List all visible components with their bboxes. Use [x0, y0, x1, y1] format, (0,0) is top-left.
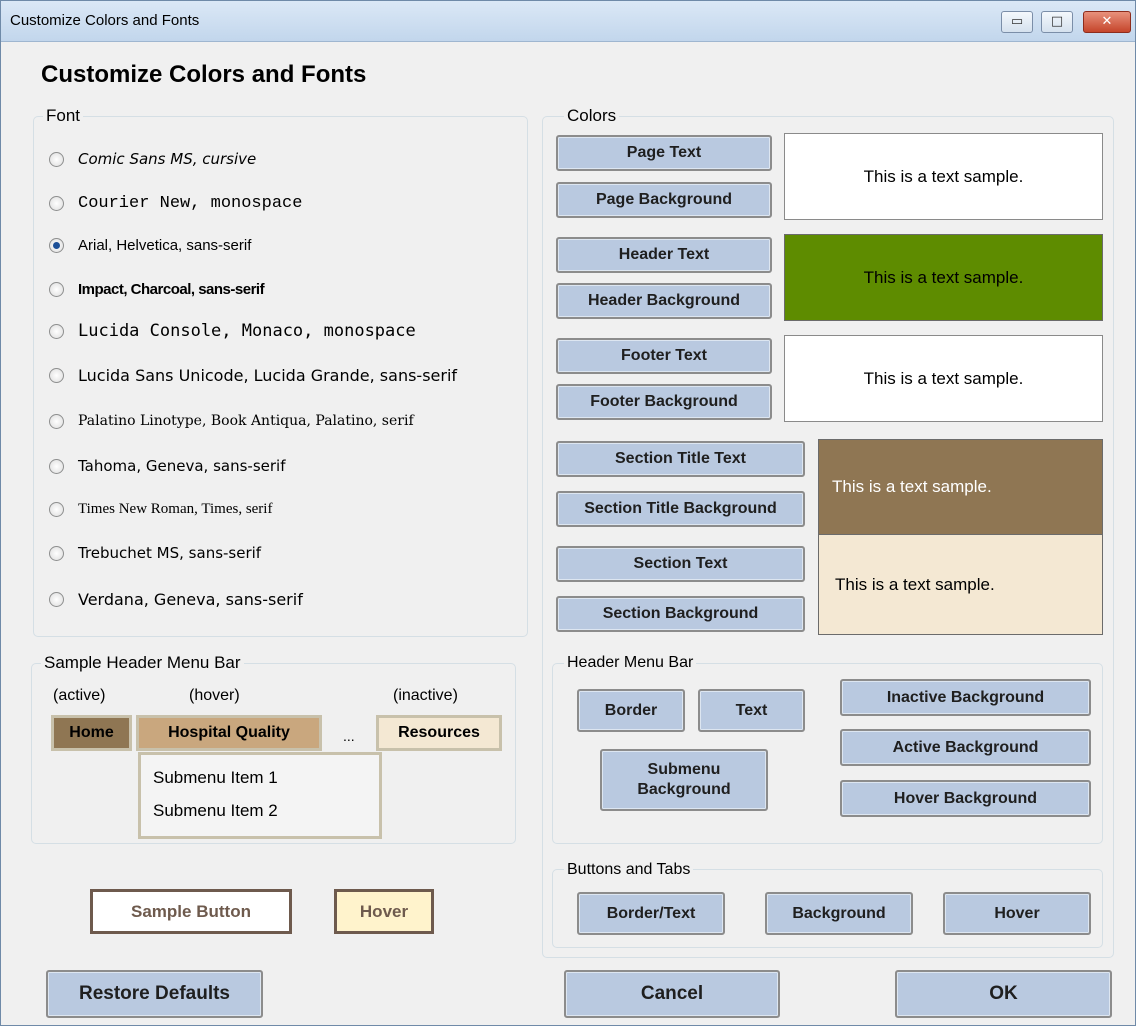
radio-button-selected[interactable] — [49, 237, 64, 253]
section-title-sample: This is a text sample. — [818, 439, 1103, 535]
font-option[interactable]: Tahoma, Geneva, sans-serif — [49, 454, 286, 478]
font-option[interactable]: Palatino Linotype, Book Antiqua, Palatin… — [49, 409, 414, 433]
close-button[interactable]: ✕ — [1083, 11, 1131, 33]
submenu-item-1[interactable]: Submenu Item 1 — [153, 768, 278, 788]
font-option[interactable]: Trebuchet MS, sans-serif — [49, 541, 261, 565]
section-text-button[interactable]: Section Text — [556, 546, 805, 582]
menu-ellipsis: ... — [343, 728, 355, 744]
font-option[interactable]: Lucida Sans Unicode, Lucida Grande, sans… — [49, 363, 457, 387]
minimize-icon: ▭ — [1010, 14, 1024, 29]
font-option-label: Verdana, Geneva, sans-serif — [78, 589, 303, 609]
section-background-button[interactable]: Section Background — [556, 596, 805, 632]
minimize-button[interactable]: ▭ — [1001, 11, 1033, 33]
font-option-label: Lucida Console, Monaco, monospace — [78, 321, 416, 341]
font-option[interactable]: Courier New, monospace — [49, 191, 302, 215]
border-text-button[interactable]: Border/Text — [577, 892, 725, 935]
ok-button[interactable]: OK — [895, 970, 1112, 1018]
cancel-button[interactable]: Cancel — [564, 970, 780, 1018]
maximize-button[interactable]: □ — [1041, 11, 1073, 33]
header-text-sample: This is a text sample. — [784, 234, 1103, 321]
colors-group-title: Colors — [564, 106, 620, 126]
section-text-sample: This is a text sample. — [818, 535, 1103, 635]
menu-item-resources[interactable]: Resources — [376, 715, 502, 751]
radio-button[interactable] — [49, 545, 64, 561]
sample-hover-button[interactable]: Hover — [334, 889, 434, 934]
footer-text-sample: This is a text sample. — [784, 335, 1103, 422]
buttons-tabs-title: Buttons and Tabs — [564, 861, 694, 879]
radio-button[interactable] — [49, 458, 64, 474]
radio-button[interactable] — [49, 591, 64, 607]
font-option-label: Lucida Sans Unicode, Lucida Grande, sans… — [78, 365, 458, 385]
page-heading: Customize Colors and Fonts — [41, 61, 367, 88]
hover-background-button[interactable]: Hover Background — [840, 780, 1091, 817]
font-group-title: Font — [43, 106, 84, 126]
page-background-button[interactable]: Page Background — [556, 182, 772, 218]
restore-defaults-button[interactable]: Restore Defaults — [46, 970, 263, 1018]
font-option[interactable]: Arial, Helvetica, sans-serif — [49, 233, 251, 257]
font-option[interactable]: Lucida Console, Monaco, monospace — [49, 319, 416, 343]
menu-text-button[interactable]: Text — [698, 689, 805, 732]
header-background-button[interactable]: Header Background — [556, 283, 772, 319]
active-background-button[interactable]: Active Background — [840, 729, 1091, 766]
radio-button[interactable] — [49, 281, 64, 297]
menu-item-hospital-quality[interactable]: Hospital Quality — [136, 715, 322, 751]
radio-button[interactable] — [49, 195, 64, 211]
inactive-label: (inactive) — [393, 687, 458, 704]
header-menu-bar-title: Header Menu Bar — [564, 654, 697, 672]
font-option[interactable]: Times New Roman, Times, serif — [49, 497, 272, 521]
font-option[interactable]: Impact, Charcoal, sans-serif — [49, 277, 265, 301]
dialog-window: Customize Colors and Fonts ▭ □ ✕ Customi… — [0, 0, 1136, 1026]
font-option-label: Tahoma, Geneva, sans-serif — [78, 457, 286, 475]
background-button[interactable]: Background — [765, 892, 913, 935]
font-option-label: Palatino Linotype, Book Antiqua, Palatin… — [78, 413, 414, 429]
section-title-background-button[interactable]: Section Title Background — [556, 491, 805, 527]
menu-item-home[interactable]: Home — [51, 715, 132, 751]
inactive-background-button[interactable]: Inactive Background — [840, 679, 1091, 716]
radio-button[interactable] — [49, 367, 64, 383]
sample-button[interactable]: Sample Button — [90, 889, 292, 934]
active-label: (active) — [53, 687, 106, 704]
font-option-label: Comic Sans MS, cursive — [78, 150, 257, 168]
footer-text-button[interactable]: Footer Text — [556, 338, 772, 374]
menu-border-button[interactable]: Border — [577, 689, 685, 732]
window-title: Customize Colors and Fonts — [10, 12, 200, 29]
radio-button[interactable] — [49, 501, 64, 517]
sample-menu-title: Sample Header Menu Bar — [41, 653, 244, 673]
radio-button[interactable] — [49, 151, 64, 167]
font-option[interactable]: Verdana, Geneva, sans-serif — [49, 587, 303, 611]
radio-button[interactable] — [49, 413, 64, 429]
title-bar: Customize Colors and Fonts ▭ □ ✕ — [1, 1, 1135, 42]
radio-button[interactable] — [49, 323, 64, 339]
header-text-button[interactable]: Header Text — [556, 237, 772, 273]
submenu-item-2[interactable]: Submenu Item 2 — [153, 801, 278, 821]
section-title-text-button[interactable]: Section Title Text — [556, 441, 805, 477]
font-option-label: Trebuchet MS, sans-serif — [78, 544, 262, 562]
hover-label: (hover) — [189, 687, 240, 704]
page-text-sample: This is a text sample. — [784, 133, 1103, 220]
submenu-dropdown: Submenu Item 1 Submenu Item 2 — [138, 752, 382, 839]
font-option[interactable]: Comic Sans MS, cursive — [49, 147, 256, 171]
close-icon: ✕ — [1101, 14, 1113, 29]
font-option-label: Courier New, monospace — [78, 193, 303, 213]
font-option-label: Times New Roman, Times, serif — [78, 500, 273, 517]
font-option-label: Arial, Helvetica, sans-serif — [78, 236, 252, 254]
footer-background-button[interactable]: Footer Background — [556, 384, 772, 420]
maximize-icon: □ — [1050, 14, 1064, 29]
page-text-button[interactable]: Page Text — [556, 135, 772, 171]
hover-button[interactable]: Hover — [943, 892, 1091, 935]
font-option-label: Impact, Charcoal, sans-serif — [78, 280, 265, 298]
submenu-background-button[interactable]: Submenu Background — [600, 749, 768, 811]
